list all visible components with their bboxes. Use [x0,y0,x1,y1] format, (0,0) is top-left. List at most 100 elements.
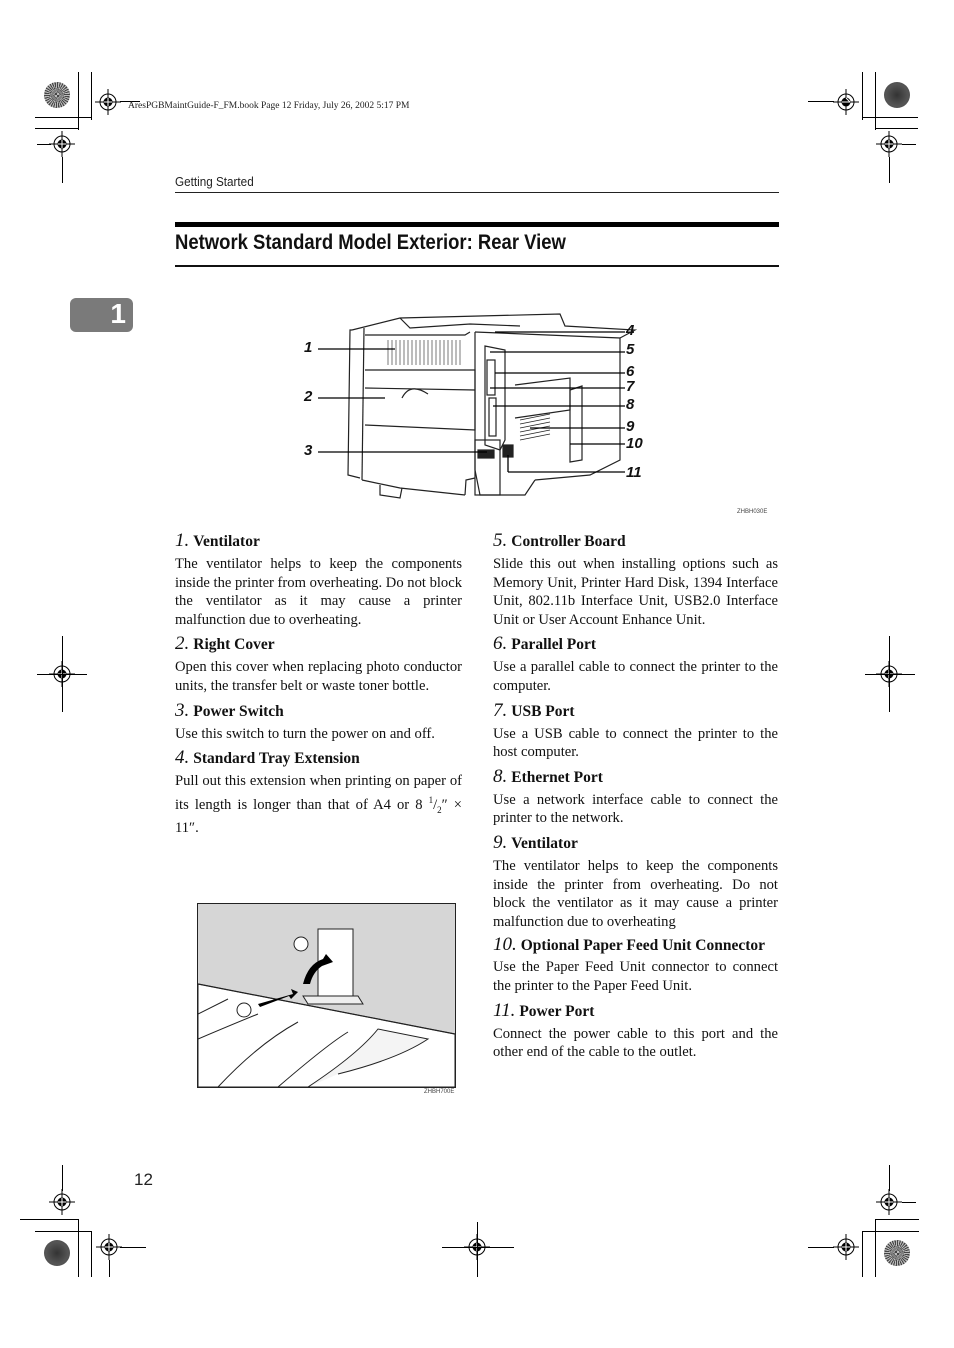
inset-figure-code: ZHBH700E [424,1089,455,1095]
crop-line [862,1231,863,1277]
crop-line [477,1222,478,1277]
crop-line [808,101,834,102]
item-title: Controller Board [511,533,626,550]
callout-4: 4 [626,322,635,339]
item-description: The ventilator helps to keep the compone… [493,857,778,930]
registration-mark-icon [833,1234,859,1260]
callout-2: 2 [304,388,313,405]
crop-line [862,117,918,118]
item-title: USB Port [511,702,575,720]
callout-8: 8 [626,396,635,413]
item-usb-port: 7. USB Port Use a USB cable to connect th… [493,700,778,762]
crop-line [889,157,890,183]
crop-line [78,72,79,130]
item-number: 6. [493,633,508,655]
crop-line [62,157,63,183]
crop-line [862,72,863,120]
item-title: Ethernet Port [511,768,603,786]
crop-line [875,72,876,130]
color-rosette-icon [884,1240,910,1266]
item-number: 11. [493,999,516,1021]
crop-line [902,144,916,145]
item-title: Parallel Port [511,636,597,654]
item-description: The ventilator helps to keep the compone… [175,556,462,628]
title-top-rule [175,222,779,227]
callout-7: 7 [626,378,635,395]
item-title: Power Port [519,1002,595,1020]
item-number: 7. [493,699,508,721]
item-power-switch: 3. Power Switch Use this switch to turn t… [175,700,462,744]
item-number: 10. [493,934,517,956]
crop-line [37,144,51,145]
item-ethernet-port: 8. Ethernet Port Use a network interface … [493,766,778,828]
printer-rear-view-illustration [318,313,638,499]
crop-line [875,1219,919,1220]
crop-line [62,1165,63,1191]
left-column: 1. Ventilator The ventilator helps to kee… [175,530,462,842]
chapter-number: 1 [110,298,126,329]
registration-mark-icon [49,131,75,157]
crop-line [875,128,918,129]
callout-1: 1 [304,339,313,356]
item-description: Use a network interface cable to connect… [493,791,778,827]
crop-line [35,128,79,129]
item-number: 5. [493,530,508,551]
page-number: 12 [134,1170,153,1189]
item-title: Right Cover [193,636,275,654]
callout-11: 11 [626,464,642,481]
item-number: 1. [175,530,190,551]
crop-line [902,1202,916,1203]
callout-3: 3 [304,442,313,459]
item-description: Use the Paper Feed Unit connector to con… [493,959,778,994]
item-description: Open this cover when replacing photo con… [175,659,462,694]
color-rosette-icon [44,82,70,108]
item-right-cover: 2. Right Cover Open this cover when repla… [175,633,462,695]
crop-line [78,1219,79,1277]
crop-line [37,674,87,675]
crop-line [35,117,91,118]
item-number: 8. [493,765,508,787]
crop-line [808,1247,834,1248]
crop-line [91,1231,92,1277]
item-description: Connect the power cable to this port and… [493,1025,778,1061]
crop-line [35,1231,91,1232]
item-number: 2. [175,633,190,655]
chapter-tab: 1 [70,298,133,332]
item-power-port: 11. Power Port Connect the power cable to… [493,1000,778,1062]
item-ventilator-2: 9. Ventilator The ventilator helps to kee… [493,832,778,931]
item-title: Optional Paper Feed Unit Connector [520,937,766,955]
item-title: Ventilator [193,533,260,550]
registration-mark-icon [96,1234,122,1260]
page-title: Network Standard Model Exterior: Rear Vi… [175,231,566,254]
figure-code: ZHBH030E [737,509,768,515]
crop-line [120,1247,146,1248]
item-number: 3. [175,699,190,721]
item-title: Standard Tray Extension [193,750,360,768]
registration-mark-icon [95,89,121,115]
color-rosette-icon [44,1240,70,1266]
registration-mark-icon [49,1189,75,1215]
tray-extension-illustration: ② ① [197,903,456,1088]
crop-line [889,1165,890,1191]
item-description: Pull out this extension when printing on… [175,773,462,837]
crop-line [109,1260,110,1277]
right-column: 5. Controller Board Slide this out when i… [493,530,778,1066]
item-number: 9. [493,831,508,853]
item-number: 4. [175,747,190,769]
item-description: Use a parallel cable to connect the prin… [493,659,778,694]
item-description: Use a USB cable to connect the printer t… [493,725,778,761]
item-title: Power Switch [193,702,284,720]
crop-line [35,1219,78,1220]
title-bottom-rule [175,265,779,267]
callout-9: 9 [626,418,635,435]
item-parallel-port: 6. Parallel Port Use a parallel cable to … [493,633,778,695]
item-controller-board: 5. Controller Board Slide this out when i… [493,530,778,629]
item-ventilator: 1. Ventilator The ventilator helps to kee… [175,530,462,629]
color-rosette-icon [884,82,910,108]
crop-line [442,1247,514,1248]
crop-line [91,72,92,120]
header-divider [175,192,779,193]
item-paper-feed-connector: 10. Optional Paper Feed Unit Connector Us… [493,935,778,995]
item-description: Use this switch to turn the power on and… [175,725,435,742]
book-info-line: AresPGBMaintGuide-F_FM.book Page 12 Frid… [128,101,410,111]
